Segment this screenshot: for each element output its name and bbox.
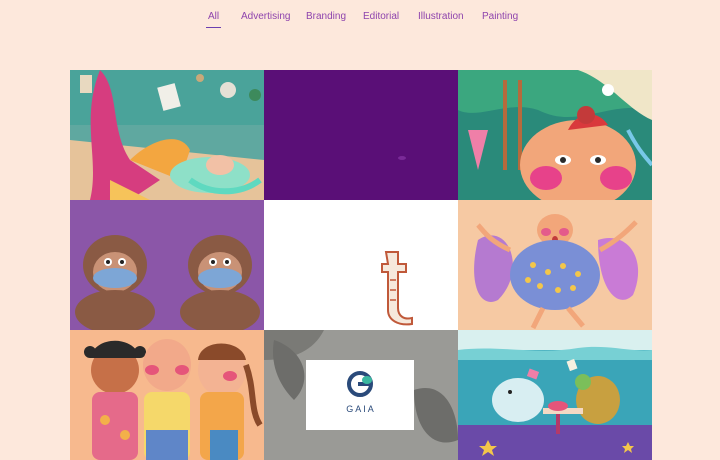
portfolio-tile-purple[interactable] <box>264 70 458 200</box>
portfolio-tile-letter-t[interactable] <box>264 200 458 330</box>
portfolio-tile-monkeys[interactable] <box>70 200 264 330</box>
portfolio-tile-jungle-woman[interactable] <box>458 70 652 200</box>
gaia-logo-mockup <box>264 330 458 460</box>
jungle-woman-illustration <box>458 70 652 200</box>
purple-tile-art <box>264 70 458 200</box>
filter-editorial[interactable]: Editorial <box>363 8 399 25</box>
portfolio-tile-gaia[interactable]: GAIA <box>264 330 458 460</box>
underwater-illustration <box>458 330 652 460</box>
portfolio-tile-girl-reading[interactable] <box>70 70 264 200</box>
gaia-logo-text: GAIA <box>346 404 376 414</box>
filter-painting[interactable]: Painting <box>482 8 518 25</box>
portfolio-tile-dancing-woman[interactable] <box>458 200 652 330</box>
portfolio-grid: GAIA <box>70 70 652 460</box>
portfolio-tile-underwater[interactable] <box>458 330 652 460</box>
girl-reading-illustration <box>70 70 264 200</box>
filter-all[interactable]: All <box>205 8 222 28</box>
three-kids-illustration <box>70 330 264 460</box>
filter-illustration[interactable]: Illustration <box>418 8 464 25</box>
dancing-woman-illustration <box>458 200 652 330</box>
portfolio-tile-three-kids[interactable] <box>70 330 264 460</box>
letter-t-lettering <box>264 200 458 330</box>
monkeys-with-masks-illustration <box>70 200 264 330</box>
filter-advertising[interactable]: Advertising <box>241 8 290 25</box>
filter-branding[interactable]: Branding <box>306 8 346 25</box>
